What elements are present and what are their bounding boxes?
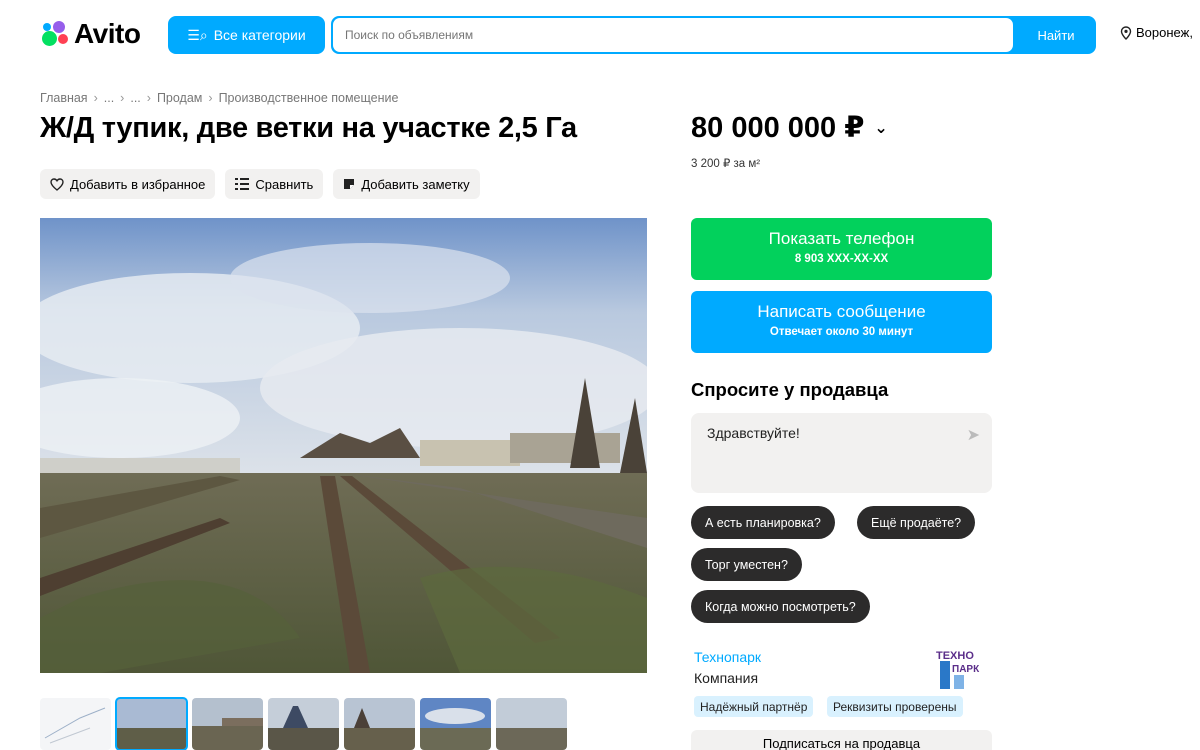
thumbnail[interactable] (420, 698, 491, 750)
main-photo[interactable] (40, 218, 647, 673)
breadcrumb-separator: › (146, 91, 151, 105)
breadcrumb: Главная › ... › ... › Продам › Производствен… (40, 91, 398, 105)
location-pin-icon (1120, 25, 1132, 40)
all-categories-label: Все категории (213, 27, 306, 43)
logo-dots-icon (40, 19, 70, 49)
search-input[interactable] (333, 18, 1013, 52)
response-time: Отвечает около 30 минут (769, 326, 914, 338)
chevron-down-icon: ⌄ (874, 119, 888, 137)
add-to-favorites-button[interactable]: Добавить в избранное (40, 169, 216, 199)
thumbnail-strip (40, 697, 567, 750)
seller-type: Компания (694, 670, 759, 686)
breadcrumb-item[interactable]: Производственное помещение (219, 91, 399, 105)
listing-title: Ж/Д тупик, две ветки на участке 2,5 Га (40, 112, 577, 144)
location-label: Воронеж, (1136, 25, 1193, 40)
price-per-m2: 3 200 ₽ за м² (691, 158, 761, 170)
price[interactable]: 80 000 000 ₽ ⌄ (691, 110, 888, 145)
thumbnail[interactable] (192, 698, 263, 750)
avito-logo[interactable]: Avito (40, 18, 141, 50)
header: Avito ☰⌕ Все категории Найти Воронеж, (0, 0, 1200, 70)
seller-name-link[interactable]: Технопарк (694, 649, 761, 665)
add-note-label: Добавить заметку (361, 176, 470, 192)
all-categories-button[interactable]: ☰⌕ Все категории (168, 16, 325, 54)
write-message-button[interactable]: Написать сообщение Отвечает около 30 мин… (691, 291, 992, 353)
compare-icon (235, 178, 250, 190)
compare-label: Сравнить (255, 176, 314, 192)
details-verified-badge: Реквизиты проверены (827, 696, 963, 717)
search-bar: Найти (331, 16, 1096, 54)
breadcrumb-separator: › (93, 91, 98, 105)
phone-number-masked: 8 903 XXX-XX-XX (794, 253, 889, 265)
logo-text: Avito (74, 18, 141, 49)
show-phone-label: Показать телефон (768, 229, 915, 248)
thumbnail[interactable] (40, 698, 111, 750)
breadcrumb-item[interactable]: ... (130, 91, 140, 105)
show-phone-button[interactable]: Показать телефон 8 903 XXX-XX-XX (691, 218, 992, 280)
add-to-favorites-label: Добавить в избранное (70, 176, 206, 192)
ask-seller-message-box[interactable]: Здравствуйте! ➤ (691, 413, 992, 493)
search-button[interactable]: Найти (1016, 16, 1096, 54)
thumbnail[interactable] (344, 698, 415, 750)
breadcrumb-item[interactable]: ... (104, 91, 114, 105)
note-icon (344, 179, 355, 189)
listing-actions: Добавить в избранное Сравнить Добавить з… (40, 169, 480, 199)
seller-logo-text-bottom: ПАРК (952, 664, 980, 675)
send-icon[interactable]: ➤ (967, 425, 980, 445)
breadcrumb-item[interactable]: Продам (157, 91, 202, 105)
quick-question-chip[interactable]: Когда можно посмотреть? (691, 590, 870, 623)
location-selector[interactable]: Воронеж, (1120, 25, 1193, 40)
quick-question-chip[interactable]: Ещё продаёте? (857, 506, 976, 539)
ask-seller-title: Спросите у продавца (691, 379, 889, 400)
trusted-partner-badge: Надёжный партнёр (694, 696, 814, 717)
heart-icon (50, 177, 64, 191)
seller-logo[interactable]: ТЕХНО ПАРК (934, 645, 982, 693)
categories-search-icon: ☰⌕ (187, 26, 208, 43)
breadcrumb-separator: › (120, 91, 125, 105)
add-note-button[interactable]: Добавить заметку (333, 169, 480, 199)
subscribe-to-seller-button[interactable]: Подписаться на продавца (691, 730, 992, 750)
breadcrumb-separator: › (208, 91, 213, 105)
quick-question-chip[interactable]: А есть планировка? (691, 506, 835, 539)
seller-logo-text-top: ТЕХНО (936, 650, 974, 662)
breadcrumb-item[interactable]: Главная (40, 91, 88, 105)
ask-seller-message-input[interactable]: Здравствуйте! (707, 425, 800, 441)
thumbnail[interactable] (115, 697, 188, 750)
price-value: 80 000 000 ₽ (691, 112, 865, 144)
quick-question-chip[interactable]: Торг уместен? (691, 548, 802, 581)
thumbnail[interactable] (268, 698, 339, 750)
railway-siding-photo (40, 218, 647, 673)
compare-button[interactable]: Сравнить (225, 169, 324, 199)
write-message-label: Написать сообщение (757, 302, 926, 321)
thumbnail[interactable] (496, 698, 567, 750)
